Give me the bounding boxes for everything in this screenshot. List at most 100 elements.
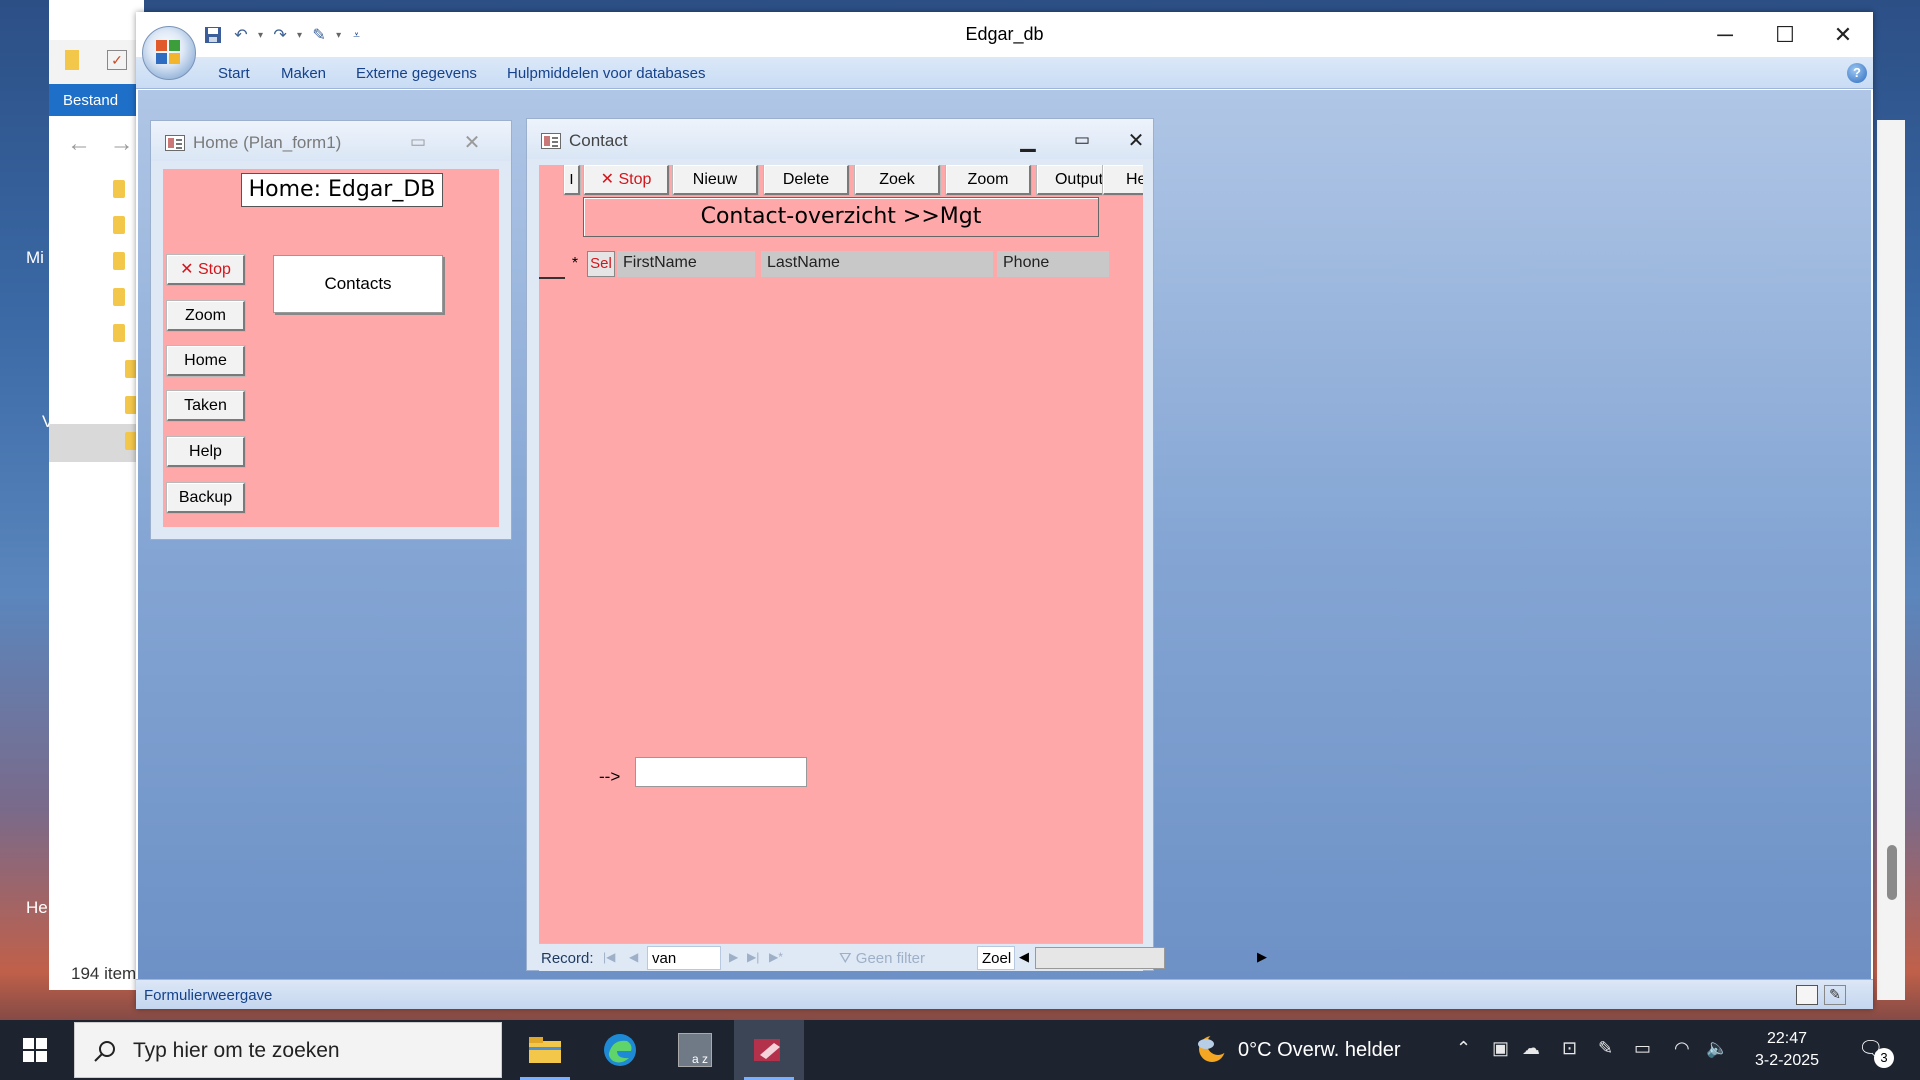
backup-button[interactable]: Backup	[166, 482, 246, 514]
taken-button[interactable]: Taken	[166, 390, 246, 422]
first-record-icon[interactable]: |◀	[603, 950, 615, 964]
taskbar-search[interactable]: Typ hier om te zoeken	[74, 1022, 502, 1078]
pen-icon[interactable]: ✎	[1598, 1038, 1613, 1059]
record-number-field[interactable]: van	[647, 946, 721, 970]
back-arrow-icon[interactable]: ←	[67, 130, 91, 157]
desktop-label: He	[26, 898, 48, 917]
weather-text: 0°C Overw. helder	[1238, 1038, 1401, 1061]
explorer-ribbon: ✓	[49, 40, 144, 84]
forward-arrow-icon[interactable]: →	[110, 130, 134, 157]
windows-icon	[23, 1038, 47, 1062]
edge-icon	[604, 1034, 636, 1066]
office-logo-icon	[156, 40, 182, 66]
scroll-right-icon[interactable]: ▶	[1257, 949, 1267, 965]
help-button[interactable]: Hel	[1102, 165, 1143, 196]
x-icon: ✕	[600, 171, 619, 188]
horizontal-scrollbar[interactable]	[1035, 947, 1165, 969]
home-form-window: Home (Plan_form1) ▭ ✕ Home: Edgar_DB ✕ S…	[150, 120, 512, 540]
delete-button[interactable]: Delete	[763, 165, 850, 196]
help-button[interactable]: Help	[166, 436, 246, 468]
bestand-tab[interactable]: Bestand	[49, 84, 144, 116]
stop-button[interactable]: ✕ Stop	[583, 165, 670, 196]
file-explorer-taskbar[interactable]	[510, 1020, 580, 1080]
battery-icon[interactable]: ▭	[1634, 1038, 1651, 1059]
start-button[interactable]	[0, 1020, 70, 1080]
clock[interactable]: 22:47 3-2-2025	[1732, 1028, 1842, 1072]
folder-icon[interactable]	[113, 216, 125, 234]
first-record-button[interactable]: I	[563, 165, 581, 196]
access-taskbar[interactable]	[734, 1020, 804, 1080]
zoek-button[interactable]: Zoek	[854, 165, 941, 196]
desktop-scrollbar[interactable]	[1877, 120, 1905, 1000]
volume-icon[interactable]: 🔈	[1706, 1038, 1728, 1059]
minimize-icon[interactable]: ▁	[1013, 127, 1043, 153]
folder-icon[interactable]	[113, 288, 125, 306]
folder-icon[interactable]	[65, 50, 79, 70]
date: 3-2-2025	[1754, 1052, 1820, 1069]
status-text: Formulierweergave	[144, 987, 273, 1004]
chevron-up-icon[interactable]: ⌃	[1456, 1038, 1471, 1059]
column-phone[interactable]: Phone	[997, 251, 1109, 277]
column-firstname[interactable]: FirstName	[617, 251, 755, 277]
record-selector-line	[539, 277, 565, 279]
tab-start[interactable]: Start	[218, 65, 250, 82]
meet-icon[interactable]: ▣	[1492, 1038, 1509, 1059]
help-icon[interactable]: ?	[1847, 63, 1867, 83]
wifi-icon[interactable]: ◠	[1674, 1038, 1690, 1059]
notification-count: 3	[1874, 1048, 1894, 1068]
restore-icon[interactable]: ▭	[403, 129, 433, 155]
onedrive-error-icon[interactable]: ☁	[1522, 1038, 1540, 1059]
next-record-icon[interactable]: ▶	[729, 950, 738, 964]
filter-status[interactable]: ⛛ Geen filter	[839, 950, 925, 967]
home-heading: Home: Edgar_DB	[241, 173, 443, 207]
close-button[interactable]: ✕	[1813, 16, 1873, 54]
tab-hulpmiddelen[interactable]: Hulpmiddelen voor databases	[507, 65, 705, 82]
maximize-icon[interactable]: ▭	[1067, 127, 1097, 153]
contacts-button[interactable]: Contacts	[273, 255, 443, 313]
office-button[interactable]	[142, 26, 196, 80]
new-record-marker: *	[571, 255, 579, 272]
select-button[interactable]: Sel	[587, 251, 615, 277]
form-view-icon[interactable]	[1796, 985, 1818, 1005]
check-icon[interactable]: ✓	[107, 50, 127, 70]
desktop-label: V	[42, 412, 54, 431]
az-app-taskbar[interactable]: a z	[660, 1020, 730, 1080]
close-icon[interactable]: ✕	[457, 129, 487, 155]
folder-icon[interactable]	[113, 252, 125, 270]
search-input[interactable]	[635, 757, 807, 787]
scroll-left-icon[interactable]: ◀	[1019, 949, 1029, 965]
tab-externe-gegevens[interactable]: Externe gegevens	[356, 65, 477, 82]
notification-center[interactable]: 🗨 3	[1858, 1036, 1894, 1068]
edge-taskbar[interactable]	[585, 1020, 655, 1080]
status-bar: Formulierweergave ✎	[136, 979, 1873, 1009]
scroll-thumb[interactable]	[1887, 845, 1897, 900]
zoom-button[interactable]: Zoom	[166, 300, 246, 332]
network-settings-icon[interactable]: ⊡	[1562, 1038, 1577, 1059]
close-icon[interactable]: ✕	[1121, 127, 1151, 153]
record-label: Record:	[541, 950, 594, 967]
minimize-button[interactable]: ─	[1695, 16, 1755, 54]
weather-widget[interactable]: 0°C Overw. helder	[1194, 1032, 1401, 1068]
folder-icon[interactable]	[113, 180, 125, 198]
last-record-icon[interactable]: ▶|	[747, 950, 759, 964]
design-view-icon[interactable]: ✎	[1824, 985, 1846, 1005]
zoom-button[interactable]: Zoom	[945, 165, 1032, 196]
access-window: ↶ ▾ ↷ ▾ ✎ ▾ ⩡ Edgar_db ─ ☐ ✕ Start Maken…	[136, 12, 1873, 1009]
folder-icon[interactable]	[113, 324, 125, 342]
search-placeholder: Typ hier om te zoeken	[133, 1039, 340, 1062]
column-lastname[interactable]: LastName	[761, 251, 993, 277]
tab-maken[interactable]: Maken	[281, 65, 326, 82]
maximize-button[interactable]: ☐	[1755, 16, 1815, 54]
contact-form-body: I ✕ Stop Nieuw Delete Zoek Zoom Output H…	[539, 165, 1143, 943]
column-headers: FirstName LastName Phone	[617, 251, 1143, 277]
home-form-body: Home: Edgar_DB ✕ Stop Zoom Home Taken He…	[163, 169, 499, 527]
prev-record-icon[interactable]: ◀	[629, 950, 638, 964]
nieuw-button[interactable]: Nieuw	[672, 165, 759, 196]
form-icon	[541, 133, 561, 149]
time: 22:47	[1766, 1030, 1808, 1047]
new-record-icon[interactable]: ▶*	[769, 950, 783, 964]
search-field[interactable]: Zoel	[977, 946, 1015, 970]
x-icon: ✕	[180, 261, 198, 278]
home-button[interactable]: Home	[166, 345, 246, 377]
stop-button[interactable]: ✕ Stop	[166, 254, 246, 286]
